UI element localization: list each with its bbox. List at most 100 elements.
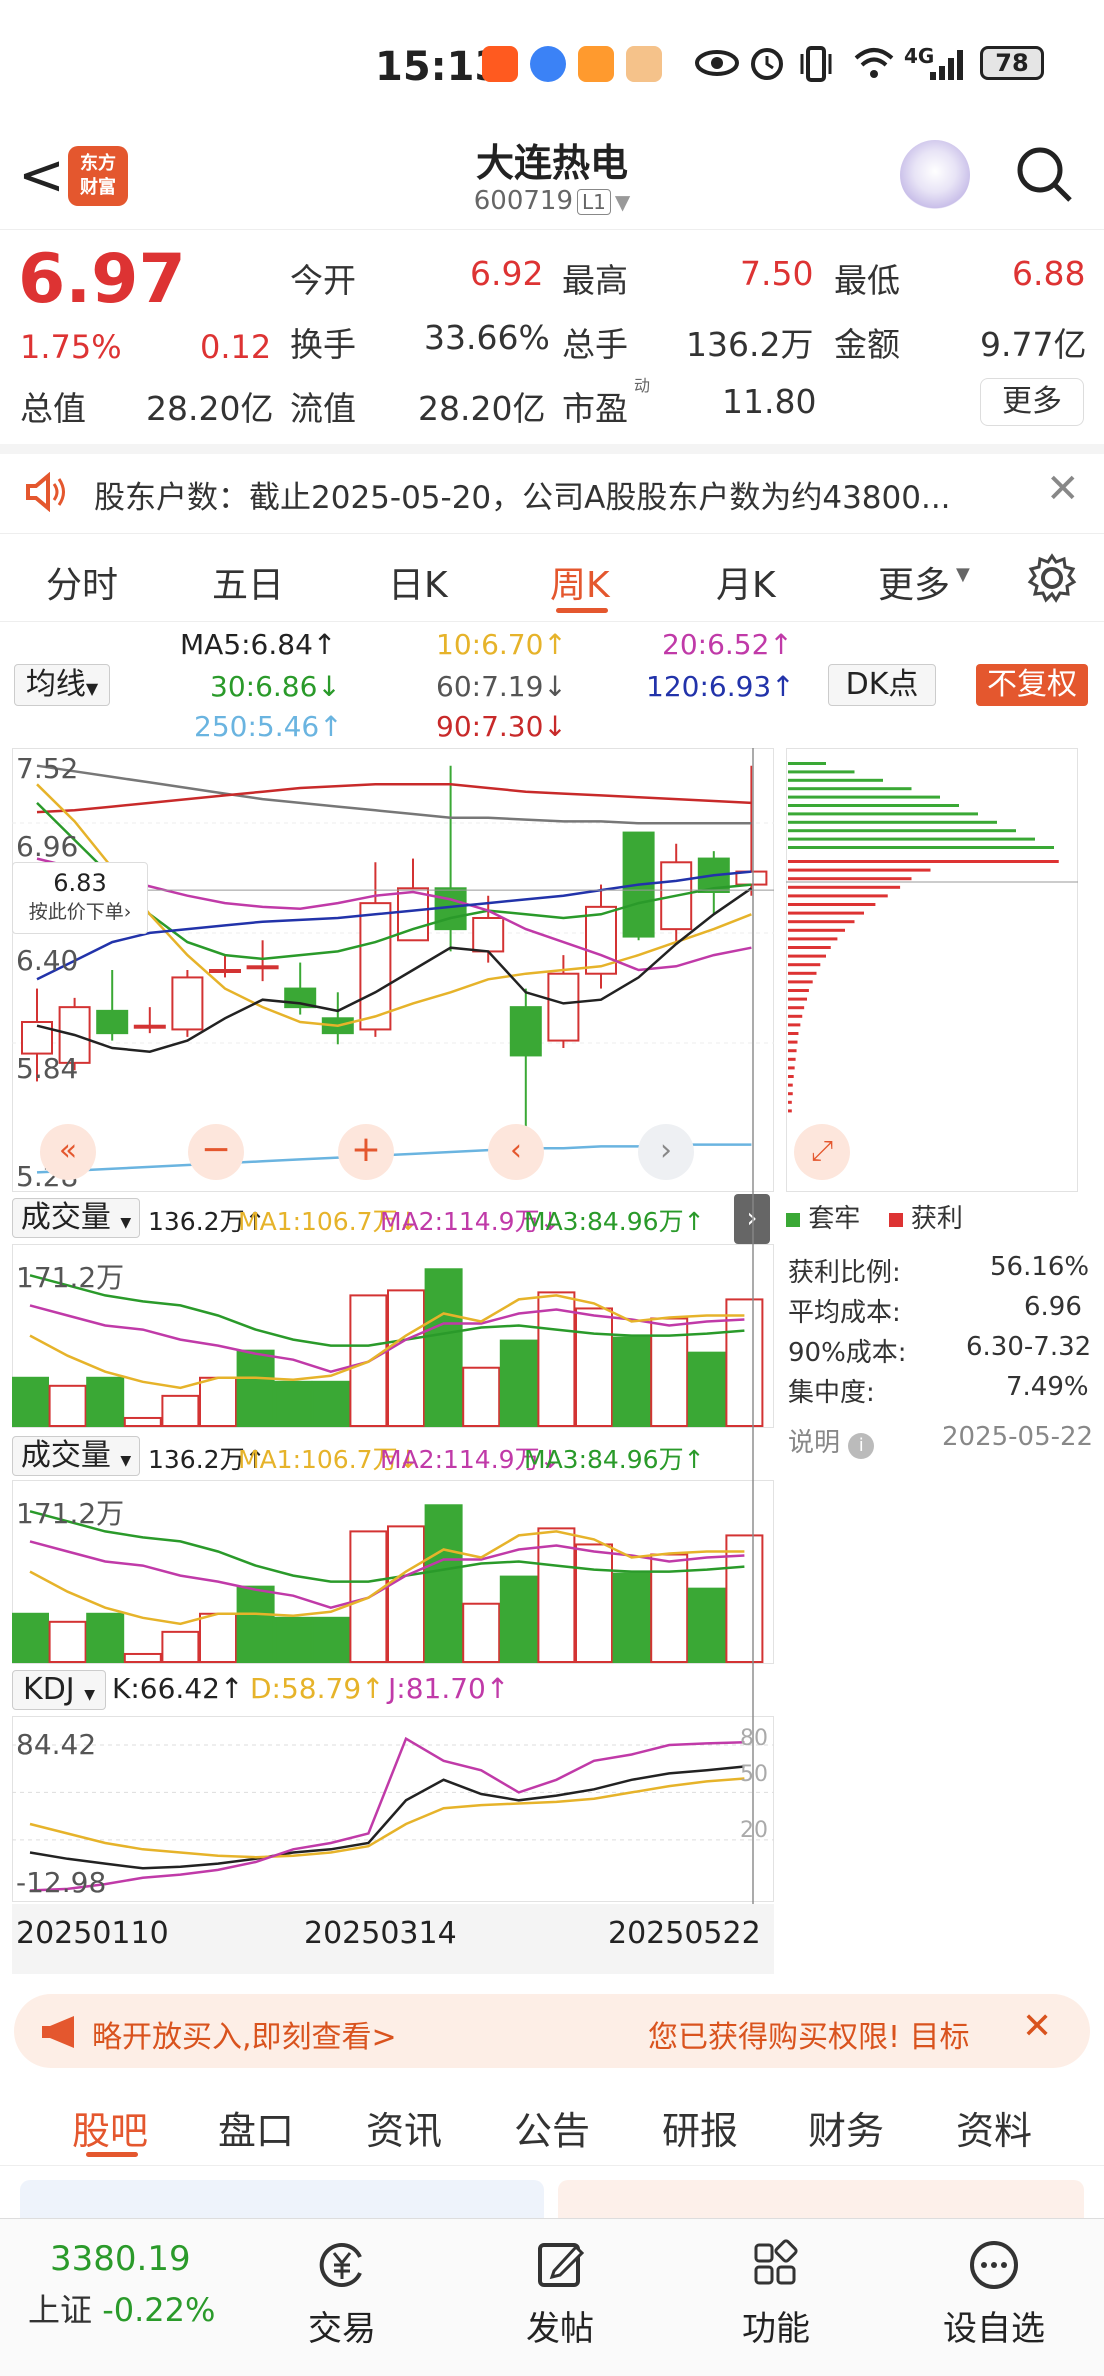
index-name: 上证 <box>28 2291 93 2329</box>
kdj-chart[interactable] <box>12 1716 774 1902</box>
open-label: 今开 <box>290 261 356 300</box>
low-label: 最低 <box>834 261 900 300</box>
volume-bar <box>48 1384 87 1427</box>
tab-profile[interactable]: 资料 <box>956 2100 1032 2155</box>
tab-announcement[interactable]: 公告 <box>514 2100 590 2155</box>
volume-selector[interactable]: 成交量 ▼ <box>12 1198 140 1238</box>
promo-banner[interactable]: 略开放买入,即刻查看> 您已获得购买权限! 目标 ✕ <box>14 1994 1090 2068</box>
cost-90-label: 90%成本: <box>788 1338 907 1368</box>
volume-selector-2[interactable]: 成交量 ▼ <box>12 1436 140 1476</box>
nav-post[interactable]: 发帖 <box>490 2239 630 2350</box>
change-pct: 1.75% <box>20 328 122 366</box>
tab-news[interactable]: 资讯 <box>366 2100 442 2155</box>
tab-research[interactable]: 研报 <box>662 2100 738 2155</box>
tab-more[interactable]: 更多 <box>878 556 950 608</box>
nav-function[interactable]: 功能 <box>706 2239 846 2350</box>
tab-finance[interactable]: 财务 <box>808 2100 884 2155</box>
tab-orderbook[interactable]: 盘口 <box>218 2100 294 2155</box>
high-label: 最高 <box>562 261 628 300</box>
volume-bar-2 <box>86 1612 125 1663</box>
tab-daily-k[interactable]: 日K <box>388 556 448 608</box>
megaphone-icon <box>42 2016 74 2048</box>
volume-bar-2 <box>612 1572 651 1663</box>
volume-bar-2 <box>424 1504 463 1664</box>
candle-body <box>472 917 505 953</box>
gear-icon[interactable] <box>1026 552 1078 604</box>
chip-bar-profit <box>788 1006 805 1010</box>
zoom-out-icon[interactable]: − <box>188 1124 244 1180</box>
tab-five-day[interactable]: 五日 <box>212 556 284 608</box>
expand-icon[interactable]: ⤢ <box>794 1124 850 1180</box>
volume-bar-2 <box>499 1575 538 1663</box>
crosshair-line <box>752 748 754 1904</box>
last-price: 6.97 <box>18 240 186 319</box>
chip-bar-trap <box>788 846 1054 849</box>
price-tag[interactable]: 6.83 按此价下单› <box>12 862 148 934</box>
chip-bar-trap <box>788 829 1016 833</box>
ma120-label: 120:6.93↑ <box>646 670 795 703</box>
candle-body <box>359 902 392 1031</box>
candle-body <box>209 969 241 973</box>
chip-bar-profit <box>788 1032 799 1035</box>
more-quote-button[interactable]: 更多 <box>980 378 1084 426</box>
bottom-nav: 3380.19 上证 -0.22% 交易 发帖 功能 设自选 <box>0 2218 1104 2376</box>
dk-point-button[interactable]: DK点 <box>828 664 936 706</box>
chevron-right-icon[interactable]: › <box>638 1124 694 1180</box>
volume-chart-2[interactable] <box>12 1480 774 1664</box>
battery-icon: 78 <box>980 46 1044 80</box>
stock-header: < 东方 财富 大连热电 600719 L1 ▼ <box>0 130 1104 230</box>
volume-bar <box>612 1336 651 1427</box>
profit-ratio-label: 获利比例: <box>788 1258 901 1288</box>
chip-legend: 套牢 获利 <box>786 1198 963 1235</box>
kdj-ref-50: 50 <box>740 1762 768 1787</box>
close-icon[interactable]: ✕ <box>1022 2006 1052 2047</box>
volume-bar-2 <box>236 1585 275 1663</box>
tab-weekly-k[interactable]: 周K <box>550 556 610 608</box>
close-icon[interactable]: ✕ <box>1046 466 1080 512</box>
candle-body <box>133 1024 166 1029</box>
tab-intraday[interactable]: 分时 <box>46 556 118 608</box>
candle-body <box>171 976 204 1031</box>
chip-bar-profit <box>788 954 826 958</box>
ma20-label: 20:6.52↑ <box>662 628 793 661</box>
notice-bar[interactable]: 股东户数：截止2025-05-20，公司A股股东户数为约43800... ✕ <box>0 444 1104 534</box>
chip-bar-profit <box>788 1040 798 1044</box>
kdj-selector[interactable]: KDJ ▼ <box>12 1670 106 1710</box>
amount-value: 9.77亿 <box>980 325 1087 364</box>
chip-bar-profit <box>788 1049 797 1053</box>
chip-note[interactable]: 说明 i <box>788 1422 875 1459</box>
tab-monthly-k[interactable]: 月K <box>716 556 776 608</box>
app-icon <box>626 46 662 82</box>
chip-bar-profit <box>788 1023 801 1027</box>
tab-forum[interactable]: 股吧 <box>72 2100 148 2155</box>
volume-bar <box>161 1394 200 1428</box>
kdj-axis-top: 84.42 <box>16 1728 97 1761</box>
video-icon <box>578 46 614 82</box>
kdj-frame <box>12 1716 774 1902</box>
chip-bar-trap <box>788 820 997 824</box>
chip-bar-profit <box>788 946 831 949</box>
level-badge: L1 <box>577 189 611 215</box>
zoom-in-icon[interactable]: + <box>338 1124 394 1180</box>
kdj-k: K:66.42↑ <box>112 1672 244 1705</box>
volume-bar <box>274 1380 313 1427</box>
stock-code: 600719 <box>473 186 573 216</box>
ma10-label: 10:6.70↑ <box>436 628 567 661</box>
search-icon[interactable] <box>1014 144 1074 204</box>
ma-selector[interactable]: 均线▼ <box>14 664 110 706</box>
adjust-button[interactable]: 不复权 <box>976 664 1088 706</box>
rewind-icon[interactable]: « <box>40 1124 96 1180</box>
float-value: 28.20亿 <box>418 389 546 428</box>
volume-chart[interactable] <box>12 1244 774 1428</box>
assistant-avatar[interactable] <box>900 140 970 210</box>
nav-add-watchlist[interactable]: 设自选 <box>924 2239 1064 2350</box>
chevron-left-icon[interactable]: ‹ <box>488 1124 544 1180</box>
index-ticker[interactable]: 3380.19 上证 -0.22% <box>28 2239 248 2331</box>
chip-bar-profit <box>788 937 838 941</box>
nav-trade[interactable]: 交易 <box>272 2239 412 2350</box>
price-axis-4: 5.84 <box>16 1052 79 1085</box>
chip-bar-profit <box>788 885 901 889</box>
chip-bar-profit <box>788 928 845 932</box>
kdj-ref-20: 20 <box>740 1818 768 1843</box>
banner-left-text: 略开放买入,即刻查看> <box>92 2020 397 2055</box>
